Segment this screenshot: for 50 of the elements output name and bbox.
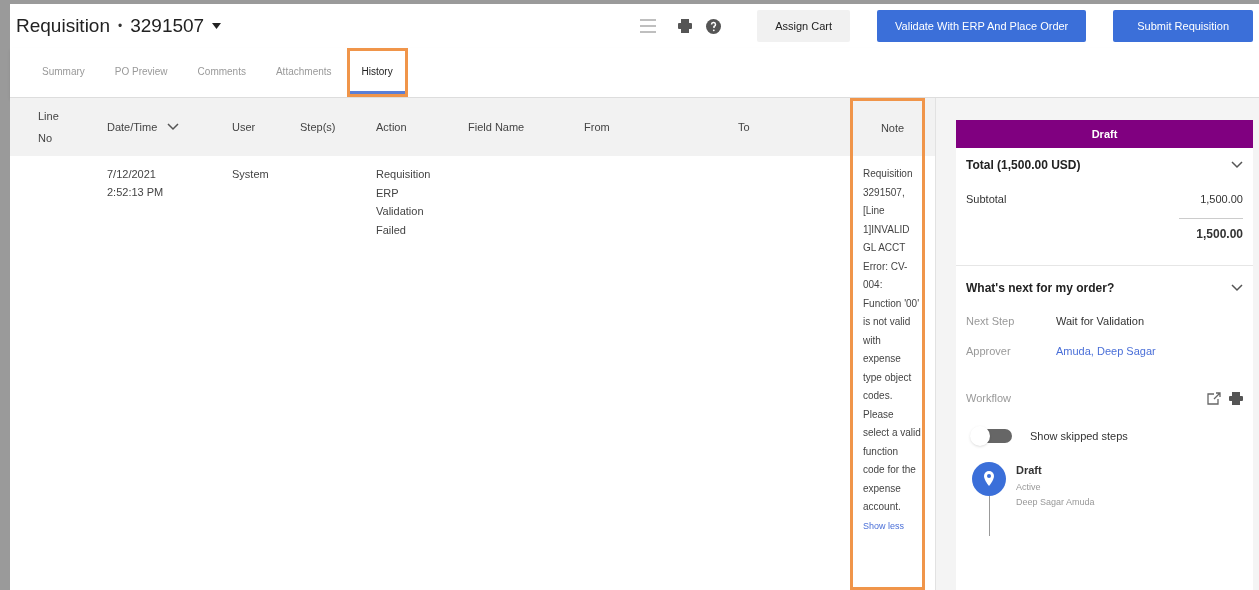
step-person: Deep Sagar Amuda — [1016, 496, 1095, 509]
column-header: Step(s) — [300, 119, 336, 135]
column-header: Action — [376, 119, 407, 135]
total-value: 1,500.00 — [1196, 226, 1243, 243]
chevron-down-icon — [1231, 161, 1243, 169]
field-value: Wait for Validation — [1056, 313, 1145, 329]
table-cell-text: 7/12/2021 2:52:13 PM — [107, 167, 165, 200]
action-button[interactable]: Validate With ERP And Place Order — [877, 10, 1087, 42]
status-banner: Draft — [956, 120, 1253, 148]
column-header: User — [232, 119, 256, 135]
title-separator: • — [118, 18, 123, 35]
next-steps-heading[interactable]: What's next for my order? — [966, 279, 1115, 297]
column-header: From — [584, 119, 610, 135]
field-label: Next Step — [966, 313, 1016, 329]
column-header: Field Name — [468, 119, 525, 135]
column-header[interactable]: Date/Time — [107, 118, 158, 136]
step-name: Draft — [1016, 463, 1043, 478]
help-icon[interactable] — [706, 18, 722, 34]
step-state: Active — [1016, 480, 1042, 494]
table-cell-text: Requisition 3291507, [Line 1]INVALID GL ACCT Error: CV-004: Function '00' is not valid with expense type object codes. Please select a valid function code for the expense account. — [863, 167, 921, 514]
tab[interactable]: Summary — [30, 48, 97, 97]
column-header: To — [738, 119, 750, 135]
caret-icon[interactable] — [212, 23, 222, 29]
action-button[interactable]: Submit Requisition — [1113, 10, 1253, 42]
subtotal-value: 1,500.00 — [1200, 191, 1243, 207]
sort-icon — [167, 123, 180, 131]
page-title: Requisition — [16, 13, 110, 38]
subtotal-label: Subtotal — [966, 191, 1007, 207]
workflow-label: Workflow — [966, 390, 1012, 406]
tab[interactable]: PO Preview — [102, 48, 180, 97]
external-link-icon[interactable] — [1207, 391, 1221, 405]
field-label: Approver — [966, 343, 1012, 359]
table-cell-text: Requisition ERP Validation Failed — [376, 167, 432, 238]
toggle-switch[interactable] — [972, 429, 1012, 443]
tab[interactable]: History — [349, 51, 405, 94]
location-pin-icon — [972, 462, 1006, 496]
print-icon[interactable] — [1229, 391, 1243, 405]
tab[interactable]: Attachments — [263, 48, 344, 97]
chevron-down-icon — [1231, 284, 1243, 292]
approver-link[interactable]: Amuda, Deep Sagar — [1056, 342, 1156, 360]
total-heading[interactable]: Total (1,500.00 USD) — [966, 156, 1081, 174]
print-icon[interactable] — [678, 19, 693, 33]
tab[interactable]: Comments — [185, 48, 258, 97]
column-header: Note — [880, 121, 905, 137]
action-button[interactable]: Assign Cart — [757, 10, 851, 42]
show-less-link[interactable]: Show less — [863, 520, 905, 531]
requisition-number: 3291507 — [130, 13, 205, 38]
toggle-label: Show skipped steps — [1030, 428, 1128, 444]
column-header: Line No — [38, 109, 60, 146]
table-cell-text: System — [232, 167, 270, 182]
